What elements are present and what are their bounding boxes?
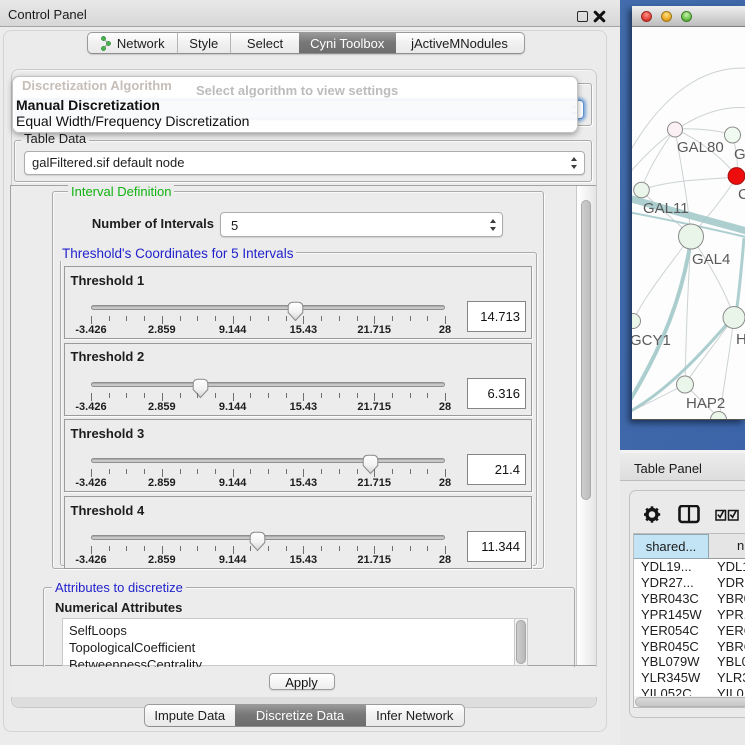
- svg-text:C: C: [738, 186, 745, 203]
- svg-text:G.: G.: [734, 146, 745, 163]
- svg-text:GAL11: GAL11: [643, 200, 689, 217]
- svg-text:GAL4: GAL4: [692, 251, 730, 268]
- svg-text:GAL80: GAL80: [677, 139, 724, 156]
- svg-text:GCY1: GCY1: [632, 332, 671, 349]
- svg-text:HAP2: HAP2: [686, 395, 725, 412]
- svg-text:H: H: [736, 331, 745, 348]
